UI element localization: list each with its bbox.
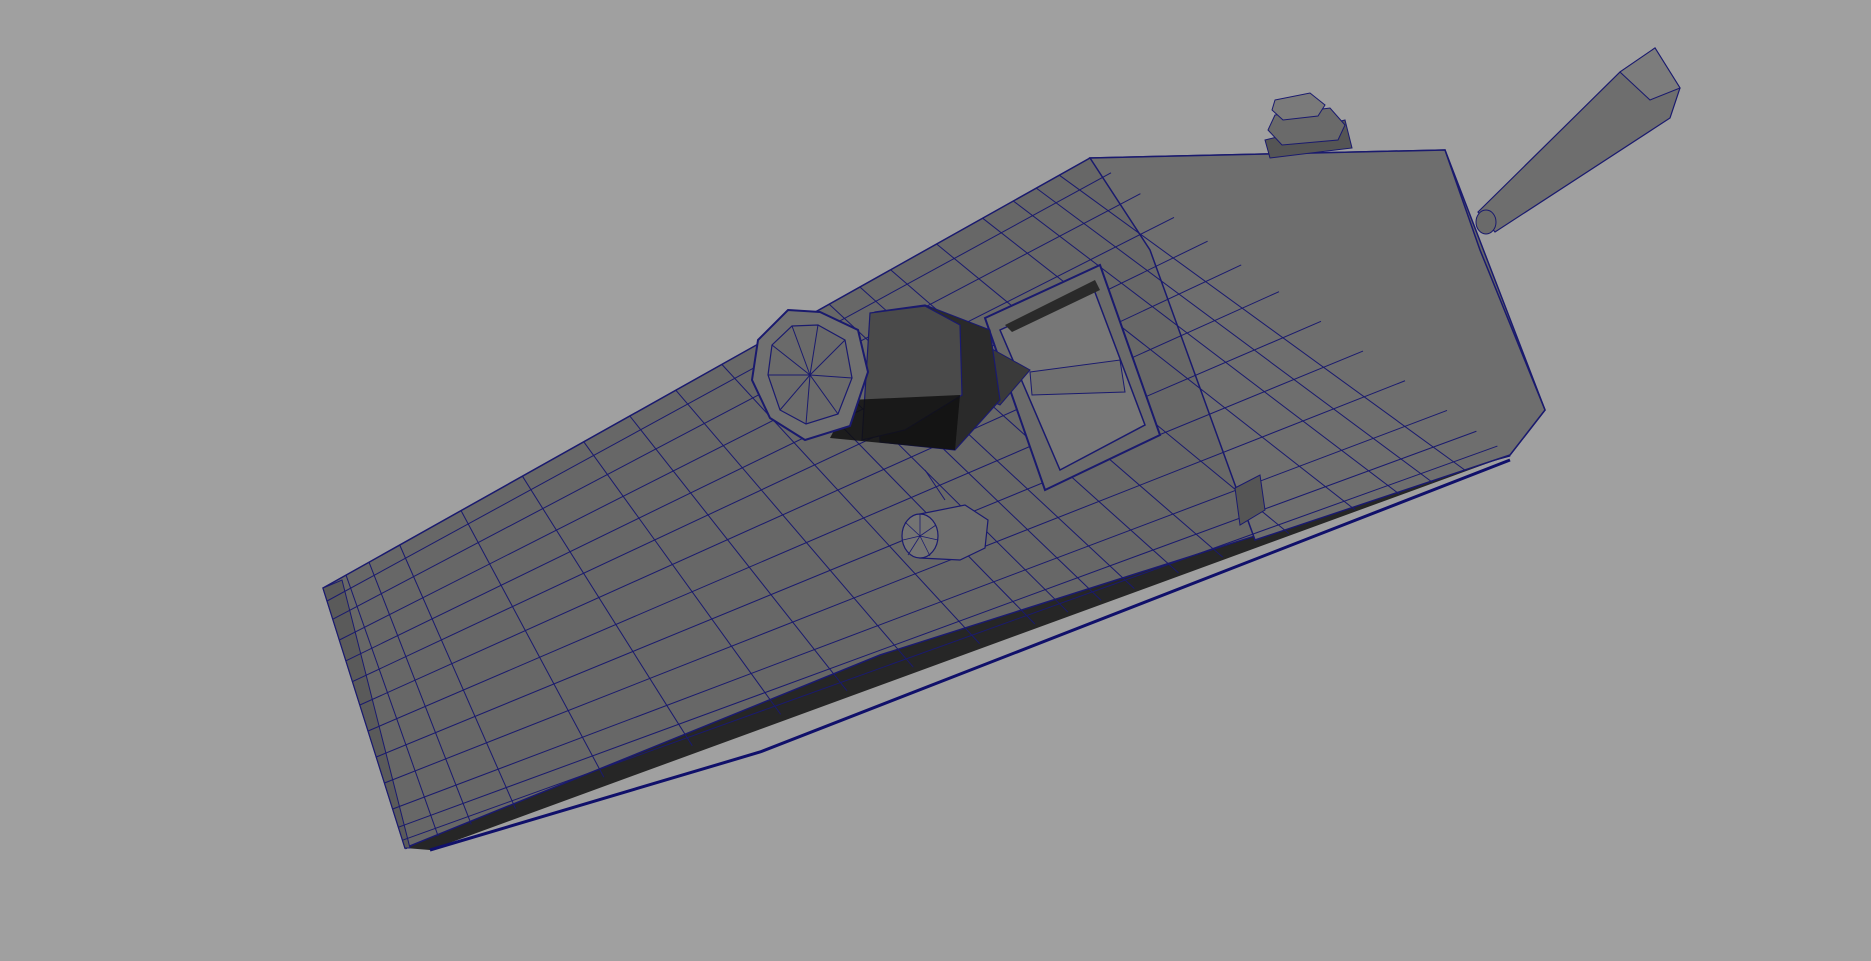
3d-viewport[interactable] — [0, 0, 1871, 961]
antenna-base — [1475, 209, 1497, 235]
viewport-canvas[interactable] — [0, 0, 1871, 961]
